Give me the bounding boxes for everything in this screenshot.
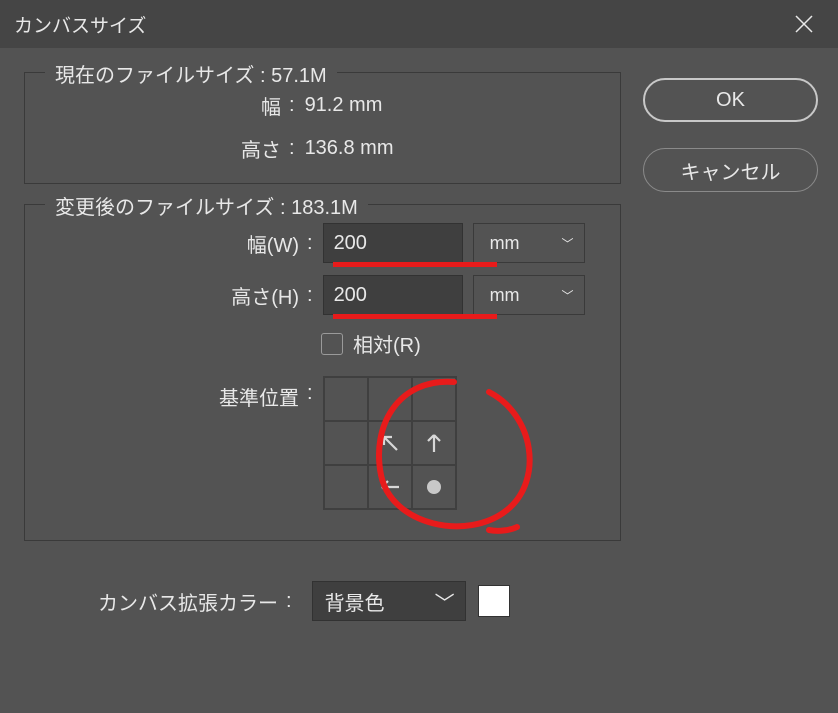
chevron-down-icon: ﹀ xyxy=(435,587,455,616)
height-input[interactable]: 200 xyxy=(323,275,463,315)
current-height-label: 高さ xyxy=(45,134,287,163)
anchor-dot-icon xyxy=(427,480,441,494)
current-size-group: 現在のファイルサイズ : 57.1M 幅 : 91.2 mm 高さ : 136.… xyxy=(24,72,621,184)
close-icon xyxy=(794,14,814,34)
arrow-up-icon xyxy=(420,429,448,457)
anchor-cell[interactable] xyxy=(412,377,456,421)
new-size-legend: 変更後のファイルサイズ : 183.1M xyxy=(45,191,368,220)
new-size-group: 変更後のファイルサイズ : 183.1M 幅(W) : 200 mm ﹀ 高さ(… xyxy=(24,204,621,541)
extension-color-swatch[interactable] xyxy=(478,585,510,617)
current-size-legend: 現在のファイルサイズ : 57.1M xyxy=(45,59,337,88)
height-unit-select[interactable]: mm ﹀ xyxy=(473,275,585,315)
anchor-cell[interactable] xyxy=(324,377,368,421)
titlebar: カンバスサイズ xyxy=(0,0,838,48)
anchor-grid xyxy=(323,376,457,510)
chevron-down-icon: ﹀ xyxy=(562,235,574,252)
chevron-down-icon: ﹀ xyxy=(562,287,574,304)
relative-label: 相対(R) xyxy=(353,329,421,358)
anchor-cell[interactable] xyxy=(368,377,412,421)
height-label: 高さ(H) xyxy=(45,281,305,310)
arrow-up-left-icon xyxy=(376,429,404,457)
annotation-underline xyxy=(333,314,497,319)
anchor-cell[interactable] xyxy=(368,465,412,509)
dialog-title: カンバスサイズ xyxy=(14,11,146,38)
anchor-cell-selected[interactable] xyxy=(412,465,456,509)
annotation-underline xyxy=(333,262,497,267)
width-label: 幅(W) xyxy=(45,229,305,258)
anchor-cell[interactable] xyxy=(368,421,412,465)
extension-color-label: カンバス拡張カラー xyxy=(24,587,284,616)
current-width-label: 幅 xyxy=(45,91,287,120)
arrow-left-icon xyxy=(376,473,404,501)
current-width-value: 91.2 mm xyxy=(305,94,383,117)
anchor-cell[interactable] xyxy=(412,421,456,465)
close-button[interactable] xyxy=(782,2,826,46)
anchor-cell[interactable] xyxy=(324,465,368,509)
anchor-cell[interactable] xyxy=(324,421,368,465)
width-input[interactable]: 200 xyxy=(323,223,463,263)
cancel-button[interactable]: キャンセル xyxy=(643,148,818,192)
width-unit-select[interactable]: mm ﹀ xyxy=(473,223,585,263)
relative-checkbox[interactable] xyxy=(321,333,343,355)
current-height-value: 136.8 mm xyxy=(305,137,394,160)
anchor-label: 基準位置 xyxy=(45,376,305,411)
ok-button[interactable]: OK xyxy=(643,78,818,122)
extension-color-select[interactable]: 背景色 ﹀ xyxy=(312,581,466,621)
